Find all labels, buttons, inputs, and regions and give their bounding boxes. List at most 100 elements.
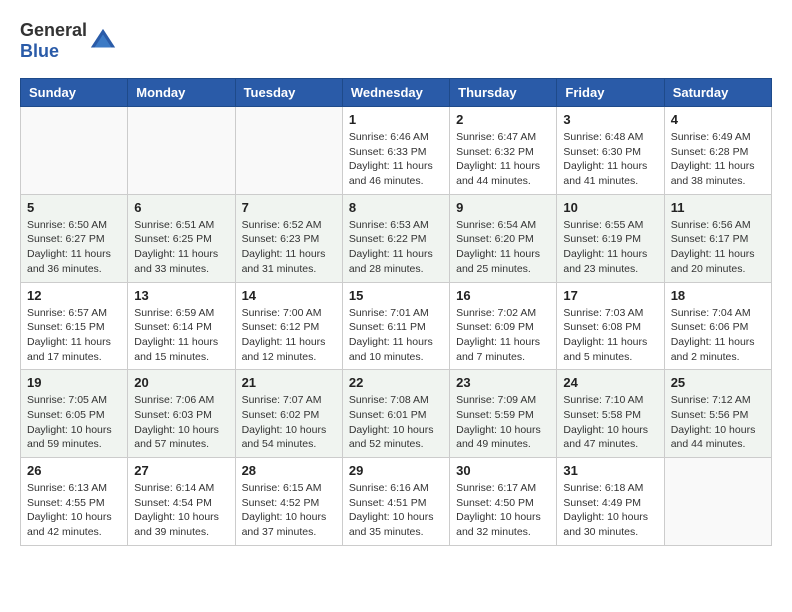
calendar-cell: 5Sunrise: 6:50 AM Sunset: 6:27 PM Daylig… — [21, 194, 128, 282]
day-number: 6 — [134, 200, 228, 215]
day-number: 29 — [349, 463, 443, 478]
calendar-cell — [21, 107, 128, 195]
calendar-week-row: 12 Sunrise: 6:57 AM Sunset: 6:15 PM Dayli… — [21, 282, 772, 370]
day-info: Sunrise: 7:07 AM Sunset: 6:02 PM Dayligh… — [242, 393, 336, 452]
calendar-cell: 10 Sunrise: 6:55 AM Sunset: 6:19 PM Dayli… — [557, 194, 664, 282]
calendar-week-row: 26Sunrise: 6:13 AM Sunset: 4:55 PM Dayli… — [21, 458, 772, 546]
calendar-cell: 11Sunrise: 6:56 AM Sunset: 6:17 PM Dayli… — [664, 194, 771, 282]
calendar-cell: 17 Sunrise: 7:03 AM Sunset: 6:08 PM Dayli… — [557, 282, 664, 370]
calendar-cell: 13Sunrise: 6:59 AM Sunset: 6:14 PM Dayli… — [128, 282, 235, 370]
day-info: Sunrise: 6:14 AM Sunset: 4:54 PM Dayligh… — [134, 481, 228, 540]
calendar-cell: 28 Sunrise: 6:15 AM Sunset: 4:52 PM Dayli… — [235, 458, 342, 546]
day-number: 3 — [563, 112, 657, 127]
day-number: 31 — [563, 463, 657, 478]
day-info: Sunrise: 6:54 AM Sunset: 6:20 PM Dayligh… — [456, 218, 550, 277]
calendar-cell: 31 Sunrise: 6:18 AM Sunset: 4:49 PM Dayli… — [557, 458, 664, 546]
day-info: Sunrise: 7:10 AM Sunset: 5:58 PM Dayligh… — [563, 393, 657, 452]
calendar-cell: 25 Sunrise: 7:12 AM Sunset: 5:56 PM Dayli… — [664, 370, 771, 458]
calendar-cell: 8 Sunrise: 6:53 AM Sunset: 6:22 PM Daylig… — [342, 194, 449, 282]
day-number: 25 — [671, 375, 765, 390]
calendar-cell: 18 Sunrise: 7:04 AM Sunset: 6:06 PM Dayli… — [664, 282, 771, 370]
logo-blue: Blue — [20, 41, 59, 61]
calendar-week-row: 19Sunrise: 7:05 AM Sunset: 6:05 PM Dayli… — [21, 370, 772, 458]
day-info: Sunrise: 6:46 AM Sunset: 6:33 PM Dayligh… — [349, 130, 443, 189]
col-header-wednesday: Wednesday — [342, 79, 449, 107]
day-number: 4 — [671, 112, 765, 127]
day-number: 15 — [349, 288, 443, 303]
day-number: 10 — [563, 200, 657, 215]
day-info: Sunrise: 6:59 AM Sunset: 6:14 PM Dayligh… — [134, 306, 228, 365]
day-number: 9 — [456, 200, 550, 215]
day-info: Sunrise: 7:03 AM Sunset: 6:08 PM Dayligh… — [563, 306, 657, 365]
calendar-cell: 9 Sunrise: 6:54 AM Sunset: 6:20 PM Daylig… — [450, 194, 557, 282]
calendar-cell: 16 Sunrise: 7:02 AM Sunset: 6:09 PM Dayli… — [450, 282, 557, 370]
calendar-cell: 24 Sunrise: 7:10 AM Sunset: 5:58 PM Dayli… — [557, 370, 664, 458]
day-info: Sunrise: 6:57 AM Sunset: 6:15 PM Dayligh… — [27, 306, 121, 365]
calendar-cell: 22 Sunrise: 7:08 AM Sunset: 6:01 PM Dayli… — [342, 370, 449, 458]
day-number: 23 — [456, 375, 550, 390]
day-number: 24 — [563, 375, 657, 390]
day-info: Sunrise: 7:08 AM Sunset: 6:01 PM Dayligh… — [349, 393, 443, 452]
calendar-cell: 4 Sunrise: 6:49 AM Sunset: 6:28 PM Daylig… — [664, 107, 771, 195]
day-number: 20 — [134, 375, 228, 390]
calendar-cell: 15 Sunrise: 7:01 AM Sunset: 6:11 PM Dayli… — [342, 282, 449, 370]
day-number: 1 — [349, 112, 443, 127]
day-info: Sunrise: 6:47 AM Sunset: 6:32 PM Dayligh… — [456, 130, 550, 189]
calendar-week-row: 5Sunrise: 6:50 AM Sunset: 6:27 PM Daylig… — [21, 194, 772, 282]
col-header-saturday: Saturday — [664, 79, 771, 107]
calendar-cell: 27 Sunrise: 6:14 AM Sunset: 4:54 PM Dayli… — [128, 458, 235, 546]
logo-icon — [89, 27, 117, 55]
day-number: 12 — [27, 288, 121, 303]
col-header-thursday: Thursday — [450, 79, 557, 107]
day-number: 5 — [27, 200, 121, 215]
calendar-cell: 30Sunrise: 6:17 AM Sunset: 4:50 PM Dayli… — [450, 458, 557, 546]
day-info: Sunrise: 6:18 AM Sunset: 4:49 PM Dayligh… — [563, 481, 657, 540]
calendar-cell: 1 Sunrise: 6:46 AM Sunset: 6:33 PM Daylig… — [342, 107, 449, 195]
calendar-cell: 19Sunrise: 7:05 AM Sunset: 6:05 PM Dayli… — [21, 370, 128, 458]
day-number: 22 — [349, 375, 443, 390]
day-info: Sunrise: 7:06 AM Sunset: 6:03 PM Dayligh… — [134, 393, 228, 452]
day-number: 27 — [134, 463, 228, 478]
day-number: 28 — [242, 463, 336, 478]
calendar-cell: 29Sunrise: 6:16 AM Sunset: 4:51 PM Dayli… — [342, 458, 449, 546]
calendar-cell: 2 Sunrise: 6:47 AM Sunset: 6:32 PM Daylig… — [450, 107, 557, 195]
day-info: Sunrise: 6:53 AM Sunset: 6:22 PM Dayligh… — [349, 218, 443, 277]
page-header: General Blue — [20, 20, 772, 62]
day-number: 16 — [456, 288, 550, 303]
calendar-cell: 26Sunrise: 6:13 AM Sunset: 4:55 PM Dayli… — [21, 458, 128, 546]
day-number: 17 — [563, 288, 657, 303]
col-header-friday: Friday — [557, 79, 664, 107]
day-info: Sunrise: 7:05 AM Sunset: 6:05 PM Dayligh… — [27, 393, 121, 452]
day-info: Sunrise: 7:00 AM Sunset: 6:12 PM Dayligh… — [242, 306, 336, 365]
day-info: Sunrise: 6:56 AM Sunset: 6:17 PM Dayligh… — [671, 218, 765, 277]
day-number: 8 — [349, 200, 443, 215]
calendar-cell: 20 Sunrise: 7:06 AM Sunset: 6:03 PM Dayli… — [128, 370, 235, 458]
day-info: Sunrise: 6:15 AM Sunset: 4:52 PM Dayligh… — [242, 481, 336, 540]
day-number: 18 — [671, 288, 765, 303]
calendar-cell: 12 Sunrise: 6:57 AM Sunset: 6:15 PM Dayli… — [21, 282, 128, 370]
calendar-cell: 7 Sunrise: 6:52 AM Sunset: 6:23 PM Daylig… — [235, 194, 342, 282]
day-number: 26 — [27, 463, 121, 478]
day-info: Sunrise: 6:55 AM Sunset: 6:19 PM Dayligh… — [563, 218, 657, 277]
day-number: 21 — [242, 375, 336, 390]
day-info: Sunrise: 6:49 AM Sunset: 6:28 PM Dayligh… — [671, 130, 765, 189]
day-info: Sunrise: 7:04 AM Sunset: 6:06 PM Dayligh… — [671, 306, 765, 365]
day-info: Sunrise: 7:12 AM Sunset: 5:56 PM Dayligh… — [671, 393, 765, 452]
day-info: Sunrise: 6:52 AM Sunset: 6:23 PM Dayligh… — [242, 218, 336, 277]
day-info: Sunrise: 6:48 AM Sunset: 6:30 PM Dayligh… — [563, 130, 657, 189]
calendar-cell — [664, 458, 771, 546]
col-header-tuesday: Tuesday — [235, 79, 342, 107]
day-info: Sunrise: 7:01 AM Sunset: 6:11 PM Dayligh… — [349, 306, 443, 365]
calendar-week-row: 1 Sunrise: 6:46 AM Sunset: 6:33 PM Daylig… — [21, 107, 772, 195]
day-info: Sunrise: 7:02 AM Sunset: 6:09 PM Dayligh… — [456, 306, 550, 365]
col-header-monday: Monday — [128, 79, 235, 107]
day-number: 7 — [242, 200, 336, 215]
logo: General Blue — [20, 20, 117, 62]
day-info: Sunrise: 6:51 AM Sunset: 6:25 PM Dayligh… — [134, 218, 228, 277]
day-number: 2 — [456, 112, 550, 127]
logo-text: General Blue — [20, 20, 87, 62]
col-header-sunday: Sunday — [21, 79, 128, 107]
calendar-cell — [128, 107, 235, 195]
logo-general: General — [20, 20, 87, 40]
day-number: 14 — [242, 288, 336, 303]
